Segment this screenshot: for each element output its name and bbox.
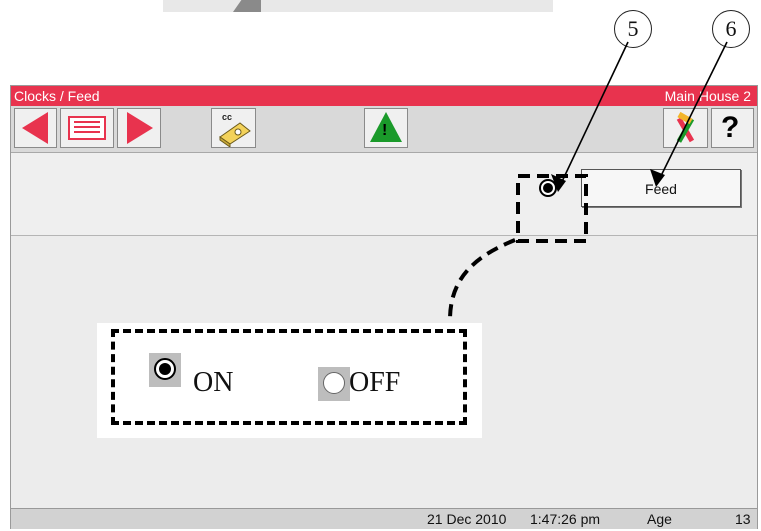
callout-6-leader [656, 41, 728, 185]
radio-on-icon [154, 358, 176, 380]
callout-5-leader [557, 41, 629, 191]
zoom-source-box [516, 174, 588, 243]
off-label: OFF [349, 367, 401, 398]
radio-on-box [149, 353, 181, 387]
radio-off-icon [323, 372, 345, 394]
annotation-overlay [448, 41, 728, 321]
on-label: ON [193, 367, 234, 398]
radio-off-box [318, 367, 350, 401]
zoom-connector [448, 238, 516, 321]
legend-inset: ON OFF [97, 323, 482, 438]
